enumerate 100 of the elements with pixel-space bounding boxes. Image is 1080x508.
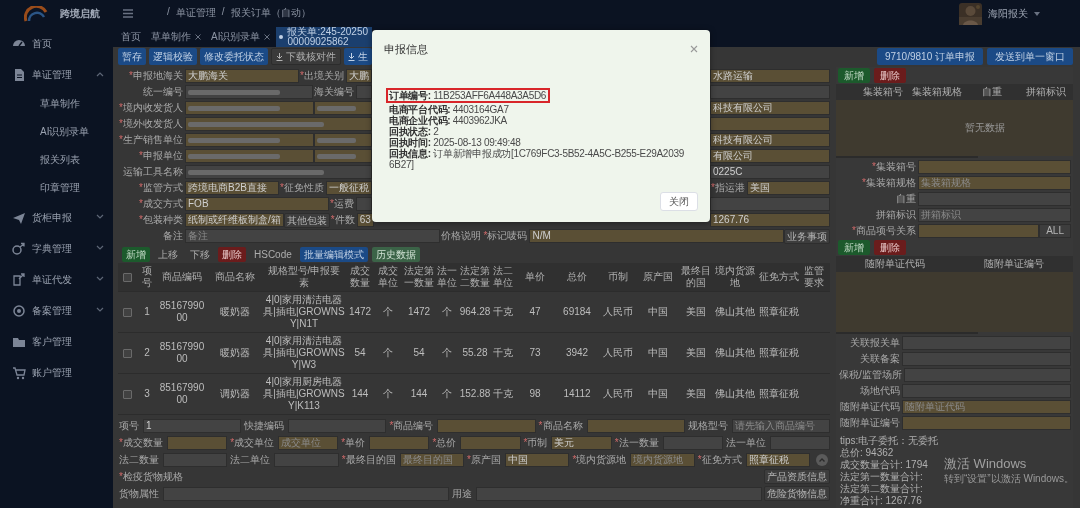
input-field[interactable] — [356, 197, 372, 211]
table-cell: 144 — [351, 388, 369, 400]
close-icon[interactable] — [264, 33, 271, 40]
input-field[interactable]: 跨境电商B2B直接 — [185, 181, 280, 195]
input-field[interactable] — [710, 85, 830, 99]
sidebar-item[interactable]: 账户管理 — [0, 357, 113, 388]
user-name[interactable]: 海阳报关 — [988, 7, 1028, 21]
form-button[interactable]: 其他包装 — [283, 212, 330, 228]
sidebar-item[interactable]: 草单制作 — [0, 90, 113, 118]
input-field[interactable] — [185, 117, 372, 131]
input-field[interactable] — [710, 117, 830, 131]
close-icon[interactable] — [195, 33, 201, 40]
table-cell: 个 — [442, 347, 452, 359]
input-field[interactable] — [710, 197, 830, 211]
toolbar-button[interactable]: 生 — [344, 48, 372, 65]
input-field[interactable] — [437, 418, 536, 433]
input-field[interactable]: 有限公司 — [710, 149, 830, 163]
column-header: 征免方式 — [759, 271, 799, 283]
input-field[interactable]: 0225C — [710, 165, 830, 179]
form-button[interactable]: 危险货物信息 — [764, 486, 830, 501]
input-field[interactable] — [918, 224, 1040, 238]
breadcrumb-item[interactable]: 单证管理 — [175, 6, 216, 20]
input-field[interactable] — [460, 435, 521, 450]
sidebar-item[interactable]: 单证代发 — [0, 264, 113, 295]
toolbar-button[interactable]: 新增 — [838, 240, 870, 255]
toolbar-button[interactable]: 批量编辑模式 — [299, 247, 368, 262]
input-field[interactable] — [314, 149, 372, 163]
tab[interactable]: 报关单:245-2025000009025862 — [276, 26, 373, 47]
input-field[interactable] — [185, 85, 313, 99]
checkbox[interactable] — [123, 389, 132, 399]
table-cell: 人民币 — [603, 388, 633, 400]
form-button[interactable]: 业务事项 — [784, 228, 830, 244]
input-field[interactable]: 照章征税 — [745, 452, 810, 467]
toolbar-button[interactable]: 9710/9810 订单申报 — [876, 48, 983, 65]
toolbar-button[interactable]: 上移 — [154, 247, 182, 262]
sidebar-item[interactable]: 报关列表 — [0, 146, 113, 174]
input-field[interactable]: FOB — [185, 197, 330, 211]
input-field[interactable]: 科技有限公司 — [710, 133, 830, 147]
sidebar-item[interactable]: 首页 — [0, 28, 113, 59]
toolbar-button[interactable]: 删除 — [218, 247, 246, 262]
input-field[interactable] — [185, 133, 314, 147]
toolbar-button[interactable]: 修改委托状态 — [200, 48, 268, 65]
input-field[interactable]: 科技有限公司 — [710, 101, 830, 115]
input-field[interactable]: N/M — [529, 229, 784, 243]
input-field[interactable]: 大鹏 — [346, 69, 372, 83]
toolbar-button[interactable]: 删除 — [874, 68, 906, 83]
toolbar-button[interactable]: 逻辑校验 — [149, 48, 197, 65]
input-field[interactable] — [356, 85, 372, 99]
sidebar-item[interactable]: 单证管理 — [0, 59, 113, 90]
toolbar-button[interactable]: 新增 — [122, 247, 150, 262]
field-label: *法一数量 — [613, 435, 660, 450]
close-button[interactable]: 关闭 — [660, 192, 698, 211]
toolbar-button[interactable]: 下载核对件 — [271, 48, 341, 65]
form-button[interactable]: 产品资质信息 — [764, 469, 830, 484]
tab[interactable]: AI识别录单 — [207, 26, 275, 47]
input-field[interactable] — [918, 160, 1071, 174]
field-label: 自重 — [895, 192, 917, 206]
input-field[interactable]: 大鹏海关 — [185, 69, 300, 83]
checkbox[interactable] — [123, 307, 132, 317]
input-field[interactable]: 美国 — [746, 181, 830, 195]
input-field[interactable]: 水路运输 — [710, 69, 830, 83]
sidebar-item[interactable]: 客户管理 — [0, 326, 113, 357]
input-field[interactable] — [166, 435, 228, 450]
input-field[interactable] — [314, 101, 372, 115]
input-field[interactable]: 纸制或纤维板制盒/箱 — [185, 213, 284, 227]
input-field[interactable] — [185, 101, 314, 115]
input-field[interactable]: 中国 — [505, 452, 570, 467]
sidebar-item[interactable]: 备案管理 — [0, 295, 113, 326]
input-field[interactable]: 1 — [143, 418, 242, 433]
input-field[interactable] — [369, 435, 430, 450]
tab[interactable]: 首页 — [117, 26, 145, 47]
toolbar-button[interactable]: 删除 — [874, 240, 906, 255]
toolbar-button[interactable]: 下移 — [186, 247, 214, 262]
input-field[interactable]: 一般征税 — [326, 181, 372, 195]
input-field[interactable] — [185, 165, 372, 179]
sidebar-item[interactable]: 字典管理 — [0, 233, 113, 264]
sidebar-item[interactable]: AI识别录单 — [0, 118, 113, 146]
input-field[interactable]: 美元 — [551, 435, 612, 450]
input-field[interactable] — [586, 418, 685, 433]
collapse-up-icon[interactable] — [815, 453, 828, 466]
input-field[interactable] — [314, 133, 372, 147]
toolbar-button[interactable]: 暂存 — [118, 48, 146, 65]
field-label: 项号 — [118, 418, 140, 433]
breadcrumb-item[interactable]: 报关订单（自动） — [230, 6, 311, 20]
sidebar-item[interactable]: 货柜申报 — [0, 202, 113, 233]
checkbox[interactable] — [123, 272, 132, 282]
sidebar-item[interactable]: 印章管理 — [0, 174, 113, 202]
toolbar-button[interactable]: 新增 — [838, 68, 870, 83]
close-icon[interactable] — [690, 45, 698, 53]
column-header: 拼箱标识 — [1024, 85, 1067, 99]
checkbox[interactable] — [123, 348, 132, 358]
toolbar-button[interactable]: 历史数据 — [371, 247, 420, 262]
input-field[interactable]: 1267.76 — [710, 213, 830, 227]
input-field[interactable]: 63 — [356, 213, 374, 227]
toolbar-button[interactable]: HSCode — [250, 247, 296, 262]
tab[interactable]: 草单制作 — [147, 26, 205, 47]
input-field[interactable] — [902, 416, 1071, 430]
addon-button[interactable]: ALL — [1039, 224, 1071, 238]
input-field[interactable] — [185, 149, 314, 163]
toolbar-button[interactable]: 发送到单一窗口 — [987, 48, 1073, 65]
